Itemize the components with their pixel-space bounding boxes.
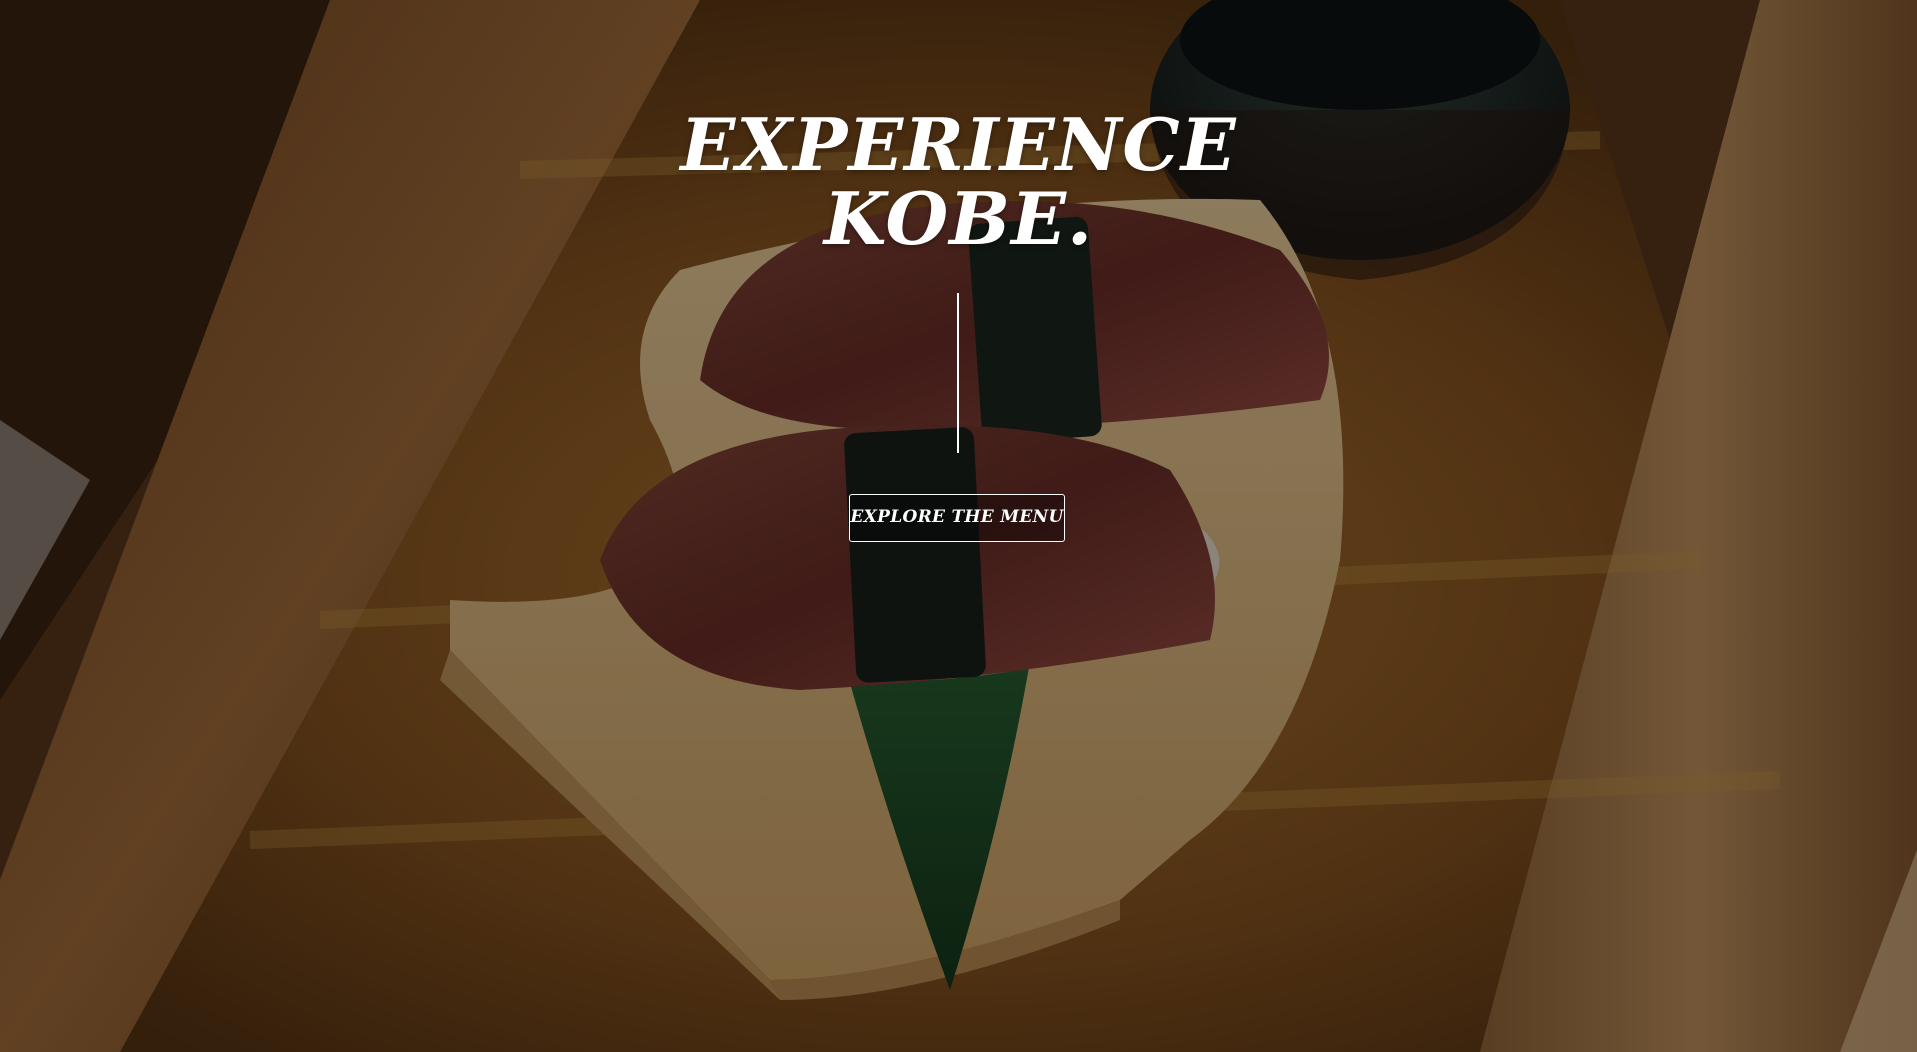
hero-content: EXPERIENCE KOBE. EXPLORE THE MENU <box>0 0 1917 1052</box>
headline-line-2: KOBE. <box>823 176 1094 261</box>
hero-headline: EXPERIENCE KOBE. <box>0 108 1917 256</box>
headline-line-1: EXPERIENCE <box>680 102 1237 187</box>
explore-menu-button[interactable]: EXPLORE THE MENU <box>849 494 1065 542</box>
vertical-divider <box>957 293 959 453</box>
hero-section: EXPERIENCE KOBE. EXPLORE THE MENU <box>0 0 1917 1052</box>
